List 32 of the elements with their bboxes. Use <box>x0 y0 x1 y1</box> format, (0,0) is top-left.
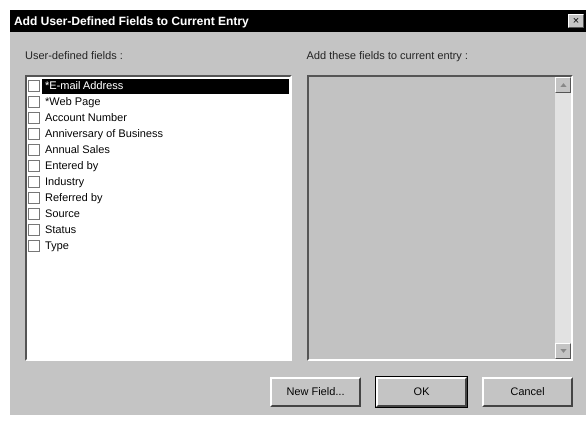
checkbox[interactable] <box>28 208 40 220</box>
list-item[interactable]: Entered by <box>42 158 102 174</box>
checkbox[interactable] <box>28 96 40 108</box>
dialog-button[interactable]: Cancel <box>482 377 573 407</box>
checkbox[interactable] <box>28 176 40 188</box>
dialog-button[interactable]: New Field... <box>270 377 361 407</box>
checkbox[interactable] <box>28 80 40 92</box>
list-item[interactable]: Account Number <box>42 110 130 126</box>
list-item[interactable]: Source <box>42 206 83 222</box>
scroll-up-icon[interactable] <box>555 77 571 93</box>
list-label: User-defined fields : <box>25 50 124 63</box>
close-button[interactable]: × <box>568 14 584 28</box>
list-label: Add these fields to current entry : <box>306 50 469 63</box>
list-item[interactable]: *Web Page <box>42 94 104 110</box>
checkbox[interactable] <box>28 160 40 172</box>
scrollbar[interactable] <box>555 77 571 359</box>
checkbox[interactable] <box>28 112 40 124</box>
window-title: Add User-Defined Fields to Current Entry <box>14 14 249 28</box>
list-item[interactable]: Type <box>42 238 72 254</box>
checkbox[interactable] <box>28 192 40 204</box>
scroll-down-icon[interactable] <box>555 343 571 359</box>
checkbox[interactable] <box>28 224 40 236</box>
checkbox[interactable] <box>28 240 40 252</box>
list-item[interactable]: Status <box>42 222 80 238</box>
list-item[interactable]: Referred by <box>42 190 106 206</box>
list-item[interactable]: *E-mail Address <box>42 78 288 94</box>
checkbox[interactable] <box>28 128 40 140</box>
list-item[interactable]: Anniversary of Business <box>42 126 166 142</box>
list-item[interactable]: Industry <box>42 174 88 190</box>
checkbox[interactable] <box>28 144 40 156</box>
dialog-button[interactable]: OK <box>376 377 467 407</box>
list-item[interactable]: Annual Sales <box>42 142 113 158</box>
